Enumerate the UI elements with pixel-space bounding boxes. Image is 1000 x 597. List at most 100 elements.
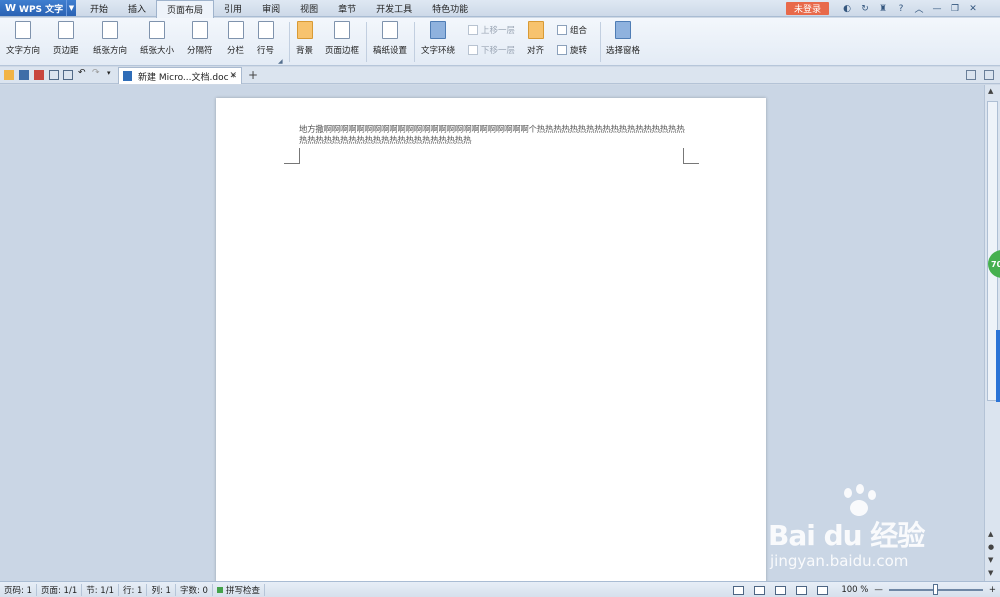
group-label: 组合 xyxy=(570,26,588,36)
close-tab-icon[interactable]: ✕ xyxy=(229,71,237,81)
align-label: 对齐 xyxy=(527,46,545,56)
status-column: 列: 1 xyxy=(147,583,176,596)
tab-chapter[interactable]: 章节 xyxy=(328,0,366,17)
app-name: WPS 文字 xyxy=(19,4,64,15)
manuscript-label: 稿纸设置 xyxy=(373,46,408,56)
chevron-down-icon[interactable]: ▼ xyxy=(66,0,76,16)
document-tab[interactable]: 新建 Micro...文档.doc * ✕ xyxy=(118,67,242,84)
scroll-up-icon[interactable]: ▲ xyxy=(988,87,993,95)
shirt-icon[interactable]: ♜ xyxy=(874,4,892,14)
align-button[interactable]: 对齐 xyxy=(527,21,544,56)
word-doc-icon xyxy=(123,71,132,81)
zoom-slider[interactable] xyxy=(888,584,983,595)
close-document-icon[interactable] xyxy=(984,70,994,80)
orientation-button[interactable]: 纸张方向 xyxy=(93,21,127,56)
tab-page-layout[interactable]: 页面布局 xyxy=(156,0,215,18)
open-folder-icon[interactable] xyxy=(4,70,14,80)
reading-view-icon[interactable] xyxy=(796,585,808,595)
side-panel-toggle[interactable] xyxy=(996,330,1000,402)
tab-view[interactable]: 视图 xyxy=(290,0,328,17)
app-menu-button[interactable]: W WPS 文字 ▼ xyxy=(0,0,76,16)
send-backward-icon xyxy=(468,45,478,55)
tab-references[interactable]: 引用 xyxy=(214,0,252,17)
web-view-icon[interactable] xyxy=(817,585,829,595)
tab-list-icon[interactable] xyxy=(966,70,976,80)
fullscreen-view-icon[interactable] xyxy=(733,585,745,595)
refresh-icon[interactable]: ↻ xyxy=(856,4,874,14)
tab-review[interactable]: 审阅 xyxy=(252,0,290,17)
margin-corner-mark xyxy=(284,148,300,164)
margins-button[interactable]: 页边距 xyxy=(53,21,79,56)
collapse-ribbon-icon[interactable]: ︿ xyxy=(910,2,928,15)
rotate-label: 旋转 xyxy=(570,46,588,56)
tab-start[interactable]: 开始 xyxy=(80,0,118,17)
customize-toolbar-icon[interactable]: ▾ xyxy=(107,69,117,79)
new-tab-icon[interactable]: + xyxy=(248,68,258,82)
print-icon[interactable] xyxy=(49,70,59,80)
manuscript-button[interactable]: 稿纸设置 xyxy=(373,21,407,56)
zoom-level[interactable]: 100 % xyxy=(841,585,868,595)
paper-size-label: 纸张大小 xyxy=(140,46,175,56)
skin-icon[interactable]: ◐ xyxy=(838,4,856,14)
close-icon[interactable]: ✕ xyxy=(964,4,982,14)
page-border-icon xyxy=(334,21,350,39)
status-page-number[interactable]: 页码: 1 xyxy=(0,583,37,596)
columns-label: 分栏 xyxy=(227,46,245,56)
tab-special[interactable]: 特色功能 xyxy=(422,0,478,17)
document-page[interactable]: 地方撒啊啊啊啊啊啊啊啊啊啊啊啊啊啊啊啊啊啊啊啊啊啊啊啊啊个热热热热热热热热热热热… xyxy=(216,98,766,581)
send-backward-button[interactable]: 下移一层 xyxy=(468,44,515,56)
line-numbers-icon xyxy=(257,21,274,39)
menu-tabs: 开始 插入 页面布局 引用 审阅 视图 章节 开发工具 特色功能 xyxy=(80,0,478,18)
status-section[interactable]: 节: 1/1 xyxy=(82,583,119,596)
undo-icon[interactable]: ↶ xyxy=(78,68,88,78)
help-button[interactable]: ? xyxy=(892,4,910,14)
paper-size-button[interactable]: 纸张大小 xyxy=(140,21,174,56)
tab-insert[interactable]: 插入 xyxy=(118,0,156,17)
align-icon xyxy=(527,21,544,39)
status-word-count[interactable]: 字数: 0 xyxy=(176,583,213,596)
minimize-icon[interactable]: — xyxy=(928,4,946,14)
zoom-out-icon[interactable]: — xyxy=(874,585,883,595)
window-controls: ◐ ↻ ♜ ? ︿ — ❐ ✕ xyxy=(838,0,982,17)
background-label: 背景 xyxy=(296,46,314,56)
page-view-icon[interactable] xyxy=(754,585,766,595)
prev-page-icon[interactable]: ▲ xyxy=(988,530,993,538)
text-direction-button[interactable]: 文字方向 xyxy=(6,21,40,56)
select-browse-object-icon[interactable]: ● xyxy=(988,543,994,551)
baidu-watermark: Bai du 经验 jingyan.baidu.com xyxy=(768,480,958,580)
scroll-down-icon[interactable]: ▼ xyxy=(988,569,993,577)
zoom-in-icon[interactable]: + xyxy=(989,585,996,595)
status-pages[interactable]: 页面: 1/1 xyxy=(37,583,83,596)
outline-view-icon[interactable] xyxy=(775,585,787,595)
text-wrap-button[interactable]: 文字环绕 xyxy=(421,21,455,56)
selection-pane-label: 选择窗格 xyxy=(606,46,641,56)
selection-pane-icon xyxy=(615,21,631,39)
export-pdf-icon[interactable] xyxy=(34,70,44,80)
spellcheck-indicator-icon xyxy=(216,586,223,593)
status-bar: 页码: 1 页面: 1/1 节: 1/1 行: 1 列: 1 字数: 0 拼写检… xyxy=(0,581,1000,597)
zoom-slider-knob[interactable] xyxy=(932,584,938,595)
restore-icon[interactable]: ❐ xyxy=(946,4,964,14)
background-icon xyxy=(296,21,313,39)
group-button[interactable]: 组合 xyxy=(557,24,587,36)
watermark-brand: Bai du 经验 xyxy=(768,519,925,552)
background-button[interactable]: 背景 xyxy=(296,21,313,56)
dialog-launcher-icon[interactable]: ◢ xyxy=(278,58,283,65)
bring-forward-icon xyxy=(468,25,478,35)
bring-forward-button[interactable]: 上移一层 xyxy=(468,24,515,36)
selection-pane-button[interactable]: 选择窗格 xyxy=(606,21,640,56)
page-border-button[interactable]: 页面边框 xyxy=(325,21,359,56)
columns-button[interactable]: 分栏 xyxy=(227,21,244,56)
rotate-button[interactable]: 旋转 xyxy=(557,44,587,56)
redo-icon[interactable]: ↷ xyxy=(92,68,102,78)
breaks-button[interactable]: 分隔符 xyxy=(187,21,213,56)
tab-developer[interactable]: 开发工具 xyxy=(366,0,422,17)
print-preview-icon[interactable] xyxy=(63,70,73,80)
spellcheck-toggle[interactable]: 拼写检查 xyxy=(213,583,265,596)
save-icon[interactable] xyxy=(19,70,29,80)
line-numbers-button[interactable]: 行号 xyxy=(257,21,274,56)
text-wrap-label: 文字环绕 xyxy=(421,46,456,56)
document-body-text[interactable]: 地方撒啊啊啊啊啊啊啊啊啊啊啊啊啊啊啊啊啊啊啊啊啊啊啊啊啊个热热热热热热热热热热热… xyxy=(299,125,689,147)
login-button[interactable]: 未登录 xyxy=(786,2,829,15)
next-page-icon[interactable]: ▼ xyxy=(988,556,993,564)
